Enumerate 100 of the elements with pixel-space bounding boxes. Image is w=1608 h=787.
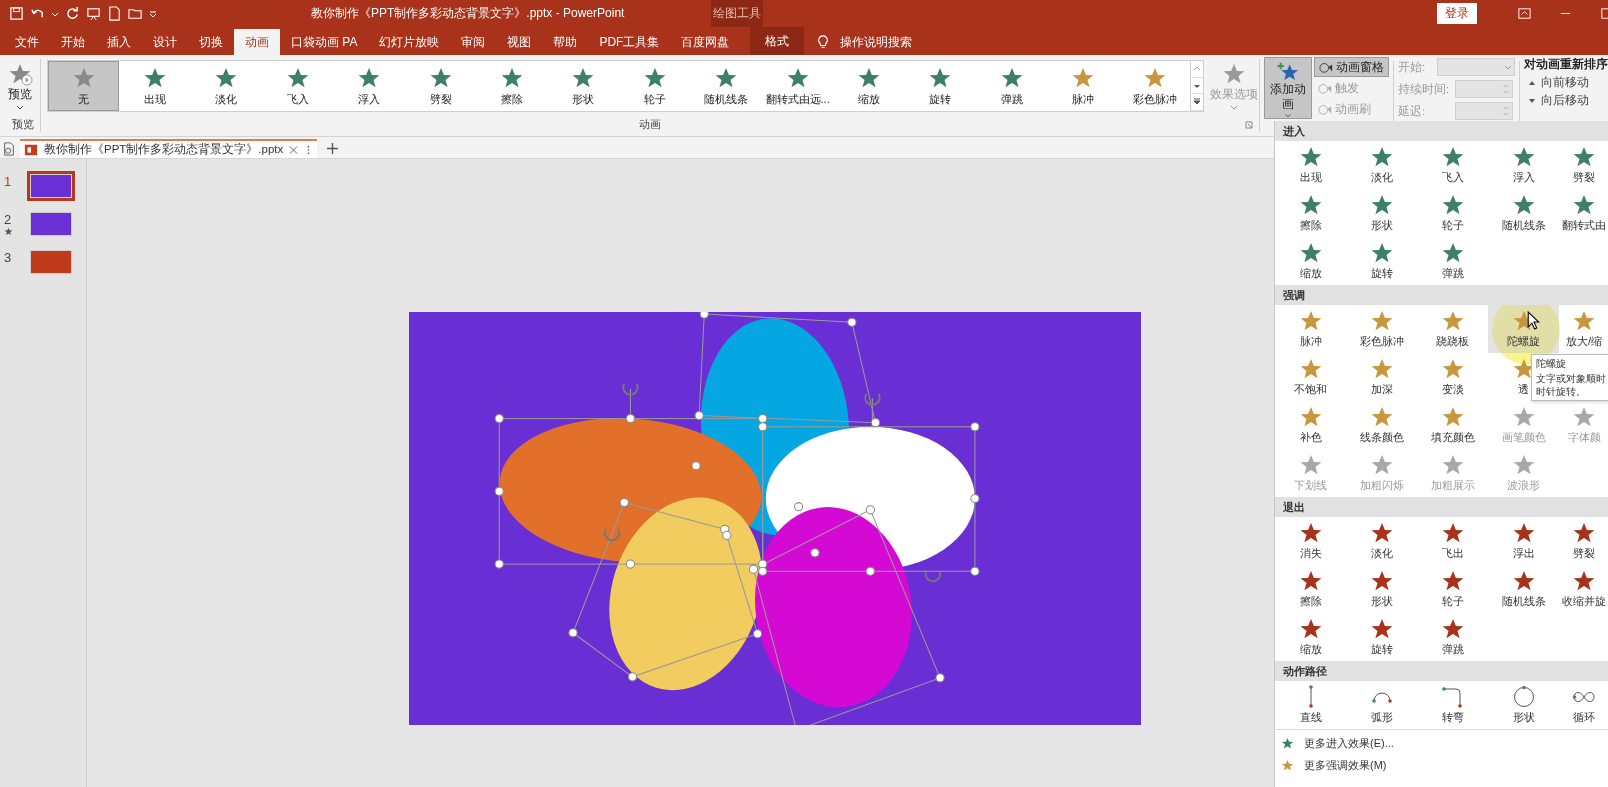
menu-tab[interactable]: 动画 [234, 29, 280, 55]
animation-effect[interactable]: 收缩并旋 [1559, 565, 1608, 613]
more-effects-link[interactable]: 更多强调效果(M) [1275, 754, 1387, 776]
menu-tab[interactable]: 幻灯片放映 [368, 29, 451, 55]
file-history-icon[interactable] [2, 142, 16, 156]
animation-effect[interactable]: 翻转式由 [1559, 189, 1608, 237]
menu-tab[interactable]: PDF工具集 [588, 29, 671, 55]
animation-effect[interactable]: 弹跳 [1417, 237, 1488, 285]
animation-effect[interactable]: 变淡 [1417, 353, 1488, 401]
animation-effect[interactable]: 旋转 [1346, 237, 1417, 285]
caret-icon [1229, 103, 1238, 111]
animation-effect[interactable]: 淡化 [1346, 141, 1417, 189]
animation-effect[interactable]: 形状 [1488, 681, 1559, 729]
reorder-button[interactable]: 向后移动 [1524, 93, 1608, 108]
menu-tab[interactable]: 审阅 [450, 29, 497, 55]
animation-option[interactable]: 随机线条 [690, 61, 762, 111]
animation-effect[interactable]: 弧形 [1346, 681, 1417, 729]
animation-effect[interactable]: 出现 [1275, 141, 1346, 189]
animation-option[interactable]: 淡化 [190, 61, 263, 111]
dialog-launcher-icon[interactable] [1245, 121, 1253, 129]
animation-effect[interactable]: 缩放 [1275, 613, 1346, 661]
animation-option[interactable]: 彩色脉冲 [1118, 61, 1191, 111]
animation-option[interactable]: 翻转式由远... [761, 61, 834, 111]
animation-effect[interactable]: 形状 [1346, 189, 1417, 237]
add-animation-button[interactable]: 添加动画 [1264, 57, 1312, 119]
animation-effect[interactable]: 消失 [1275, 517, 1346, 565]
animation-option[interactable]: 弹跳 [976, 61, 1048, 111]
animation-option[interactable]: 无 [48, 61, 120, 111]
animation-effect[interactable]: 轮子 [1417, 189, 1488, 237]
animation-effect[interactable]: 彩色脉冲 [1346, 305, 1417, 353]
redo-icon[interactable] [65, 6, 80, 21]
animation-effect[interactable]: 随机线条 [1488, 565, 1559, 613]
animation-option[interactable]: 轮子 [619, 61, 691, 111]
menu-tab[interactable]: 帮助 [542, 29, 589, 55]
animation-effect[interactable]: 直线 [1275, 681, 1346, 729]
animation-effect[interactable]: 飞入 [1417, 141, 1488, 189]
animation-effect[interactable]: 加深 [1346, 353, 1417, 401]
animation-effect[interactable]: 线条颜色 [1346, 401, 1417, 449]
animation-option[interactable]: 劈裂 [404, 61, 477, 111]
search-field[interactable]: 操作说明搜索 [838, 34, 943, 50]
animation-effect[interactable]: 浮出 [1488, 517, 1559, 565]
timing-field[interactable] [1437, 58, 1515, 76]
animation-effect[interactable]: 弹跳 [1417, 613, 1488, 661]
animation-effect[interactable]: 浮入 [1488, 141, 1559, 189]
login-button[interactable]: 登录 [1437, 3, 1477, 24]
animation-effect[interactable]: 放大/缩 [1559, 305, 1608, 353]
more-effects-link[interactable]: 更多进入效果(E)... [1275, 732, 1394, 754]
animation-effect[interactable]: 陀螺旋 [1488, 305, 1559, 353]
animation-effect[interactable]: 缩放 [1275, 237, 1346, 285]
animation-effect[interactable]: 跷跷板 [1417, 305, 1488, 353]
slide-thumbnail[interactable] [30, 250, 72, 274]
animation-effect[interactable]: 劈裂 [1559, 141, 1608, 189]
menu-tab[interactable]: 开始 [50, 29, 96, 55]
animation-effect[interactable]: 形状 [1346, 565, 1417, 613]
menu-tab[interactable]: 格式 [750, 27, 805, 55]
animation-effect[interactable]: 转弯 [1417, 681, 1488, 729]
menu-tab[interactable]: 口袋动画 PA [280, 29, 369, 55]
animation-effect[interactable]: 随机线条 [1488, 189, 1559, 237]
folder-icon[interactable] [128, 6, 143, 21]
ribbon-display-icon[interactable] [1517, 6, 1532, 21]
save-icon[interactable] [9, 6, 24, 21]
animation-effect[interactable]: 擦除 [1275, 565, 1346, 613]
slide-thumbnail[interactable] [30, 174, 72, 198]
animation-option[interactable]: 飞入 [262, 61, 334, 111]
animation-effect[interactable]: 淡化 [1346, 517, 1417, 565]
animation-effect[interactable]: 旋转 [1346, 613, 1417, 661]
menu-tab[interactable]: 切换 [188, 29, 234, 55]
animation-option[interactable]: 出现 [119, 61, 191, 111]
customize-icon[interactable] [149, 9, 157, 18]
animation-option[interactable]: 形状 [547, 61, 620, 111]
new-file-icon[interactable] [107, 6, 122, 21]
new-tab-icon[interactable] [327, 143, 339, 154]
animation-effect[interactable]: 轮子 [1417, 565, 1488, 613]
animation-effect[interactable]: 飞出 [1417, 517, 1488, 565]
animation-effect[interactable]: 补色 [1275, 401, 1346, 449]
animation-option[interactable]: 擦除 [476, 61, 548, 111]
reorder-button[interactable]: 向前移动 [1524, 75, 1608, 90]
animation-effect[interactable]: 擦除 [1275, 189, 1346, 237]
timing-field[interactable] [1455, 102, 1513, 120]
slide-thumbnail[interactable] [30, 212, 72, 236]
animation-option[interactable]: 缩放 [833, 61, 905, 111]
preview-button[interactable]: 预览 [0, 60, 40, 111]
animation-effect[interactable]: 循环 [1559, 681, 1608, 729]
document-tab[interactable]: 教你制作《PPT制作多彩动态背景文字》.pptx [20, 139, 318, 158]
animation-option[interactable]: 浮入 [333, 61, 405, 111]
timing-field[interactable] [1455, 80, 1513, 98]
menu-tab[interactable]: 设计 [142, 29, 188, 55]
animation-effect[interactable]: 劈裂 [1559, 517, 1608, 565]
ribbon-button[interactable]: 动画窗格 [1314, 57, 1389, 77]
animation-effect[interactable]: 填充颜色 [1417, 401, 1488, 449]
menu-tab[interactable]: 插入 [96, 29, 142, 55]
menu-tab[interactable]: 百度网盘 [670, 29, 741, 55]
animation-effect[interactable]: 不饱和 [1275, 353, 1346, 401]
slideshow-icon[interactable] [86, 6, 101, 21]
animation-option[interactable]: 旋转 [904, 61, 977, 111]
slide-number: 2 [4, 212, 12, 227]
animation-effect[interactable]: 脉冲 [1275, 305, 1346, 353]
animation-option[interactable]: 脉冲 [1047, 61, 1119, 111]
menu-tab[interactable]: 文件 [4, 29, 50, 55]
menu-tab[interactable]: 视图 [496, 29, 543, 55]
